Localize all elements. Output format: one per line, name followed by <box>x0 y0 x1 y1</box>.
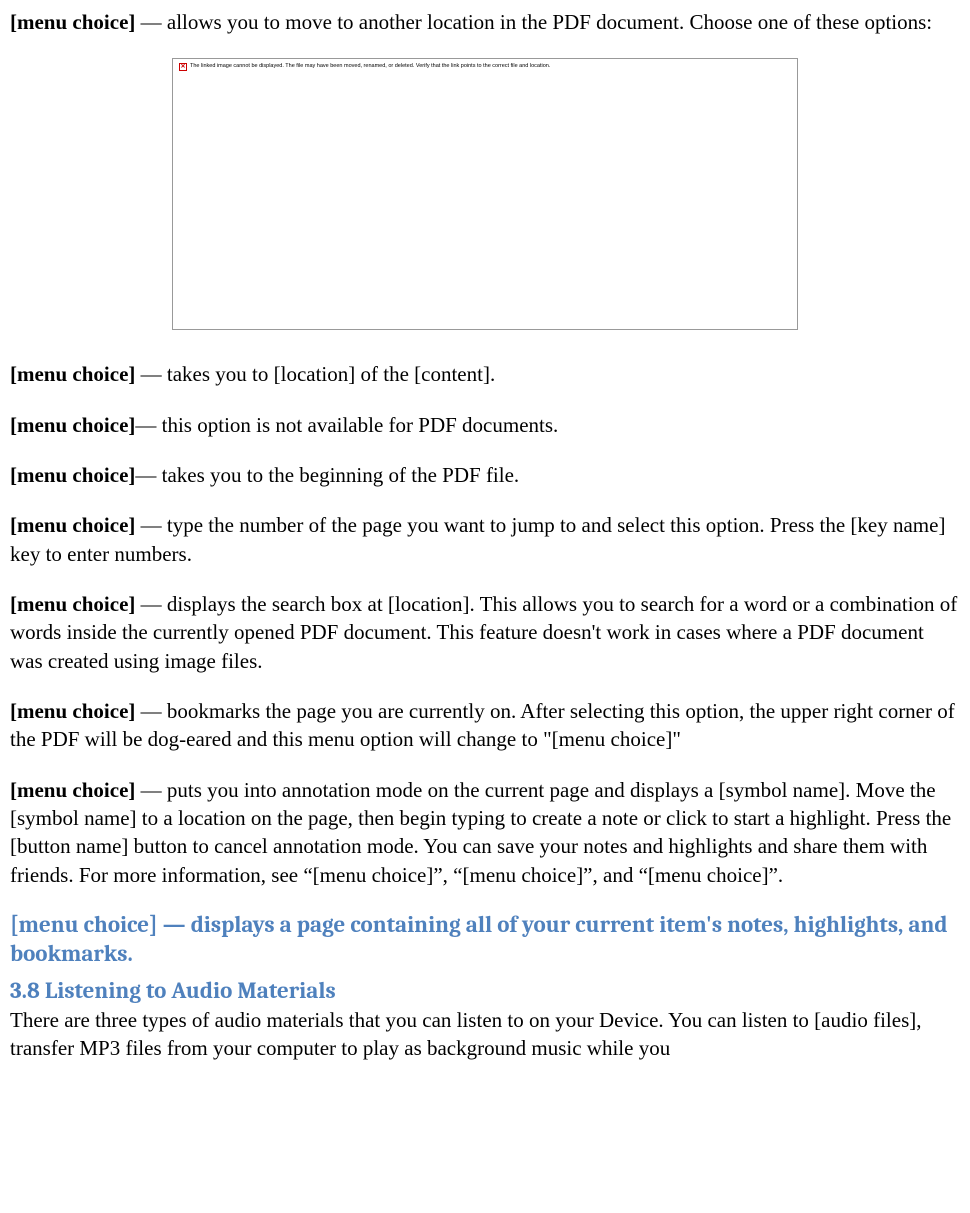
menu-choice-label: [menu choice] <box>10 463 135 487</box>
paragraph-audio-materials: There are three types of audio materials… <box>10 1006 960 1063</box>
paragraph-menu-search: [menu choice] — displays the search box … <box>10 590 960 675</box>
menu-choice-label: [menu choice] <box>10 413 135 437</box>
heading-menu-notes-bookmarks: [menu choice] — displays a page containi… <box>10 911 960 969</box>
menu-choice-label: [menu choice] <box>10 10 135 34</box>
paragraph-menu-takes-location: [menu choice] — takes you to [location] … <box>10 360 960 388</box>
paragraph-menu-annotation: [menu choice] — puts you into annotation… <box>10 776 960 889</box>
paragraph-menu-page-number: [menu choice] — type the number of the p… <box>10 511 960 568</box>
paragraph-text: — allows you to move to another location… <box>135 10 932 34</box>
menu-choice-label: [menu choice] <box>10 699 135 723</box>
error-x-icon: ✕ <box>179 63 187 71</box>
missing-image-text: The linked image cannot be displayed. Th… <box>190 63 550 70</box>
paragraph-text: — bookmarks the page you are currently o… <box>10 699 955 751</box>
paragraph-menu-go-to-location: [menu choice] — allows you to move to an… <box>10 8 960 36</box>
image-placeholder-container: ✕ The linked image cannot be displayed. … <box>10 58 960 330</box>
paragraph-text: — takes you to [location] of the [conten… <box>135 362 495 386</box>
paragraph-text: — type the number of the page you want t… <box>10 513 945 565</box>
paragraph-text: — puts you into annotation mode on the c… <box>10 778 951 887</box>
menu-choice-label: [menu choice] <box>10 513 135 537</box>
paragraph-text: — this option is not available for PDF d… <box>135 413 558 437</box>
paragraph-text: — displays the search box at [location].… <box>10 592 957 673</box>
paragraph-menu-beginning: [menu choice]— takes you to the beginnin… <box>10 461 960 489</box>
paragraph-menu-bookmark: [menu choice] — bookmarks the page you a… <box>10 697 960 754</box>
paragraph-menu-not-available: [menu choice]— this option is not availa… <box>10 411 960 439</box>
missing-image-placeholder: ✕ The linked image cannot be displayed. … <box>172 58 798 330</box>
menu-choice-label: [menu choice] <box>10 592 135 616</box>
paragraph-text: — takes you to the beginning of the PDF … <box>135 463 519 487</box>
missing-image-label: ✕ The linked image cannot be displayed. … <box>179 63 791 71</box>
menu-choice-label: [menu choice] <box>10 778 135 802</box>
menu-choice-label: [menu choice] <box>10 362 135 386</box>
heading-section-3-8: 3.8 Listening to Audio Materials <box>10 975 960 1006</box>
